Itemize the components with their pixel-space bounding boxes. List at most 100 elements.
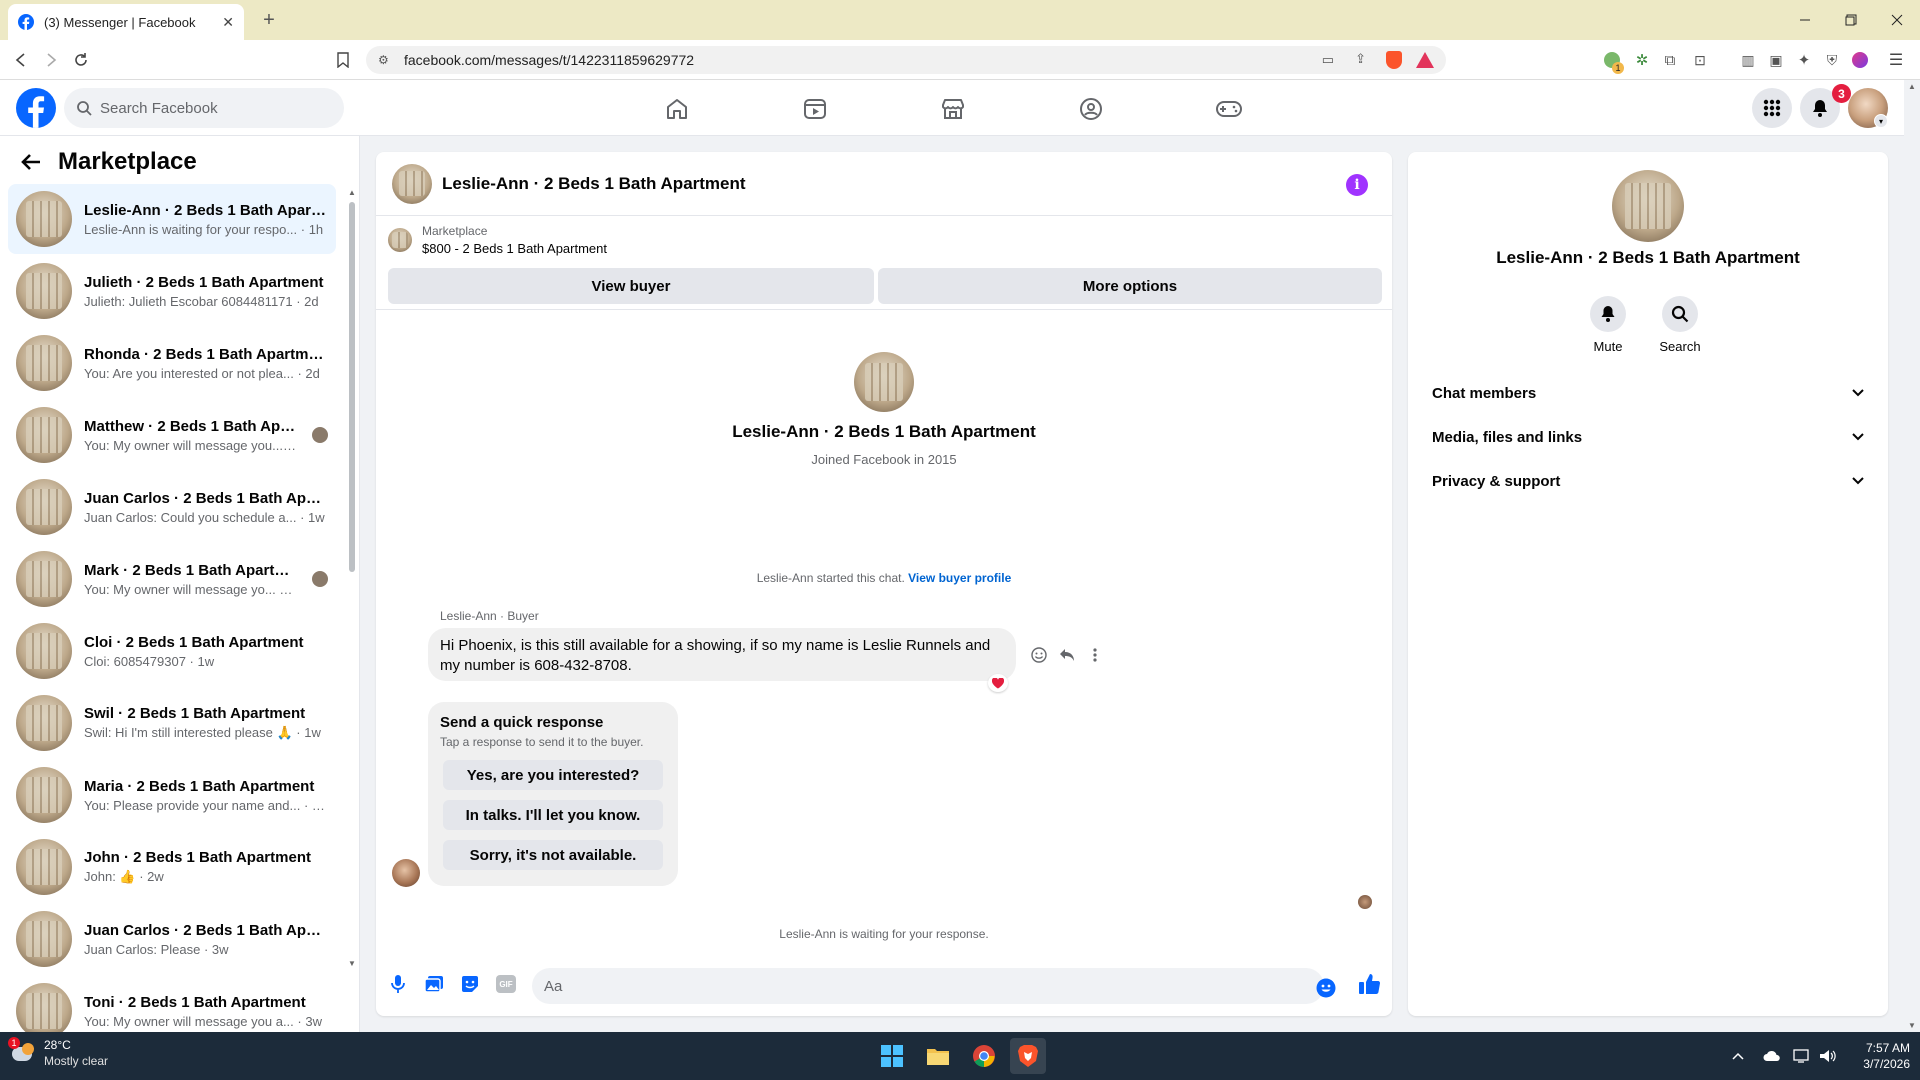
info-icon[interactable]: i: [1346, 174, 1368, 196]
brave-rewards-icon[interactable]: [1416, 52, 1434, 68]
gif-icon[interactable]: GIF: [494, 972, 518, 996]
buyer-avatar[interactable]: [392, 859, 420, 887]
chrome-icon[interactable]: [966, 1038, 1002, 1074]
sidebar-scroll-thumb[interactable]: [349, 202, 355, 572]
reply-icon[interactable]: [1056, 644, 1078, 666]
back-icon[interactable]: [8, 48, 34, 72]
bookmark-icon[interactable]: [330, 48, 356, 72]
conversation-item[interactable]: Julieth · 2 Beds 1 Bath Apartment Julieth…: [8, 256, 336, 326]
info-avatar[interactable]: [1612, 170, 1684, 242]
conversation-item[interactable]: Maria · 2 Beds 1 Bath Apartment You: Plea…: [8, 760, 336, 830]
conversation-item[interactable]: Matthew · 2 Beds 1 Bath Apar... You: My o…: [8, 400, 336, 470]
cast-icon[interactable]: ▭: [1322, 52, 1334, 68]
windows-taskbar: 1 28°C Mostly clear 7:57 AM 3/7/2026: [0, 1032, 1920, 1080]
home-nav-icon[interactable]: [621, 88, 733, 130]
mute-action[interactable]: Mute: [1578, 296, 1638, 354]
back-arrow-icon[interactable]: [20, 152, 42, 172]
page-scrollbar[interactable]: ▲ ▼: [1904, 80, 1920, 1032]
brave-shields-icon[interactable]: [1386, 51, 1402, 69]
media-files-links-section[interactable]: Media, files and links: [1424, 415, 1872, 459]
conversation-item[interactable]: Toni · 2 Beds 1 Bath Apartment You: My ow…: [8, 976, 336, 1032]
listing-info[interactable]: Marketplace $800 - 2 Beds 1 Bath Apartme…: [388, 224, 607, 256]
reload-icon[interactable]: [68, 48, 94, 72]
like-icon[interactable]: [1358, 972, 1382, 996]
minimize-button[interactable]: [1782, 0, 1828, 40]
windows-start-icon[interactable]: [874, 1038, 910, 1074]
video-nav-icon[interactable]: [759, 88, 871, 130]
quick-response-not-available[interactable]: Sorry, it's not available.: [443, 840, 663, 870]
weather-widget[interactable]: 1 28°C Mostly clear: [8, 1037, 108, 1068]
menu-icon[interactable]: ☰: [1884, 48, 1908, 72]
conversation-item[interactable]: Juan Carlos · 2 Beds 1 Bath Apar... Juan …: [8, 472, 336, 542]
more-options-button[interactable]: More options: [878, 268, 1382, 304]
tab-search-icon[interactable]: ⊡: [1688, 48, 1712, 72]
maximize-button[interactable]: [1828, 0, 1874, 40]
profile-extension-icon[interactable]: [1848, 48, 1872, 72]
more-actions-icon[interactable]: [1084, 644, 1106, 666]
facebook-logo-icon[interactable]: [16, 88, 56, 128]
account-chevron-icon[interactable]: ▾: [1874, 114, 1888, 128]
forward-icon[interactable]: [38, 48, 64, 72]
vpn-icon[interactable]: ⛨: [1820, 48, 1844, 72]
tab-close-icon[interactable]: ✕: [222, 14, 234, 31]
leo-ai-icon[interactable]: ✦: [1792, 48, 1816, 72]
search-action[interactable]: Search: [1650, 296, 1710, 354]
facebook-search[interactable]: Search Facebook: [64, 88, 344, 128]
conversation-text: Julieth · 2 Beds 1 Bath Apartment Julieth…: [84, 274, 328, 309]
message-input[interactable]: Aa: [532, 968, 1324, 1004]
browser-tab[interactable]: (3) Messenger | Facebook ✕: [8, 4, 244, 40]
emoji-icon[interactable]: [1316, 978, 1336, 998]
new-tab-button[interactable]: +: [256, 8, 282, 32]
photo-icon[interactable]: [422, 972, 446, 996]
quick-response-card: Send a quick response Tap a response to …: [428, 702, 678, 886]
quick-response-in-talks[interactable]: In talks. I'll let you know.: [443, 800, 663, 830]
site-info-icon[interactable]: ⚙: [378, 53, 389, 67]
conversation-item[interactable]: Mark · 2 Beds 1 Bath Apartment You: My ow…: [8, 544, 336, 614]
extensions-icon[interactable]: ⧉: [1658, 48, 1682, 72]
conversation-item[interactable]: John · 2 Beds 1 Bath Apartment John: 👍 · …: [8, 832, 336, 902]
microphone-icon[interactable]: [386, 972, 410, 996]
onedrive-icon[interactable]: [1762, 1046, 1782, 1066]
conversation-item[interactable]: Rhonda · 2 Beds 1 Bath Apartment You: Are…: [8, 328, 336, 398]
file-explorer-icon[interactable]: [920, 1038, 956, 1074]
quick-response-subtitle: Tap a response to send it to the buyer.: [440, 735, 644, 749]
browser-tab-bar: (3) Messenger | Facebook ✕ +: [0, 0, 1920, 40]
url-text: facebook.com/messages/t/1422311859629772: [404, 52, 695, 68]
chat-title[interactable]: Leslie-Ann · 2 Beds 1 Bath Apartment: [442, 174, 746, 194]
quick-response-yes[interactable]: Yes, are you interested?: [443, 760, 663, 790]
share-icon[interactable]: ⇪: [1355, 51, 1366, 67]
puzzle-extension-icon[interactable]: ✲: [1630, 48, 1654, 72]
close-window-button[interactable]: [1874, 0, 1920, 40]
marketplace-nav-icon[interactable]: [897, 88, 1009, 130]
sidebar-toggle-icon[interactable]: ▥: [1736, 48, 1760, 72]
view-buyer-button[interactable]: View buyer: [388, 268, 874, 304]
mute-bell-icon[interactable]: [1590, 296, 1626, 332]
wallet-icon[interactable]: ▣: [1764, 48, 1788, 72]
system-clock[interactable]: 7:57 AM 3/7/2026: [1830, 1040, 1910, 1072]
tab-title: (3) Messenger | Facebook: [44, 14, 196, 30]
chat-members-section[interactable]: Chat members: [1424, 371, 1872, 415]
privacy-support-section[interactable]: Privacy & support: [1424, 459, 1872, 503]
message-bubble[interactable]: Hi Phoenix, is this still available for …: [428, 628, 1016, 681]
conversation-item[interactable]: Cloi · 2 Beds 1 Bath Apartment Cloi: 6085…: [8, 616, 336, 686]
conversation-avatar: [16, 335, 72, 391]
search-conversation-icon[interactable]: [1662, 296, 1698, 332]
brave-browser-icon[interactable]: [1010, 1038, 1046, 1074]
conversation-item[interactable]: Swil · 2 Beds 1 Bath Apartment Swil: Hi I…: [8, 688, 336, 758]
conversation-item[interactable]: Juan Carlos · 2 Beds 1 Bath Apar... Juan …: [8, 904, 336, 974]
groups-nav-icon[interactable]: [1035, 88, 1147, 130]
network-icon[interactable]: [1792, 1046, 1812, 1066]
chat-header-avatar[interactable]: [392, 163, 432, 204]
conversation-item[interactable]: Leslie-Ann · 2 Beds 1 Bath Apart... Lesli…: [8, 184, 336, 254]
conversation-name: Swil · 2 Beds 1 Bath Apartment: [84, 705, 306, 722]
react-icon[interactable]: [1028, 644, 1050, 666]
sticker-icon[interactable]: [458, 972, 482, 996]
sidebar-header: Marketplace: [20, 148, 197, 176]
menu-grid-icon[interactable]: [1752, 88, 1792, 128]
gaming-nav-icon[interactable]: [1173, 88, 1285, 130]
view-buyer-profile-link[interactable]: View buyer profile: [908, 571, 1011, 585]
address-bar[interactable]: ⚙ facebook.com/messages/t/14223118596297…: [366, 46, 1446, 74]
profile-avatar[interactable]: [854, 352, 914, 412]
tray-overflow-icon[interactable]: [1728, 1046, 1748, 1066]
heart-reaction-icon[interactable]: [988, 674, 1008, 692]
